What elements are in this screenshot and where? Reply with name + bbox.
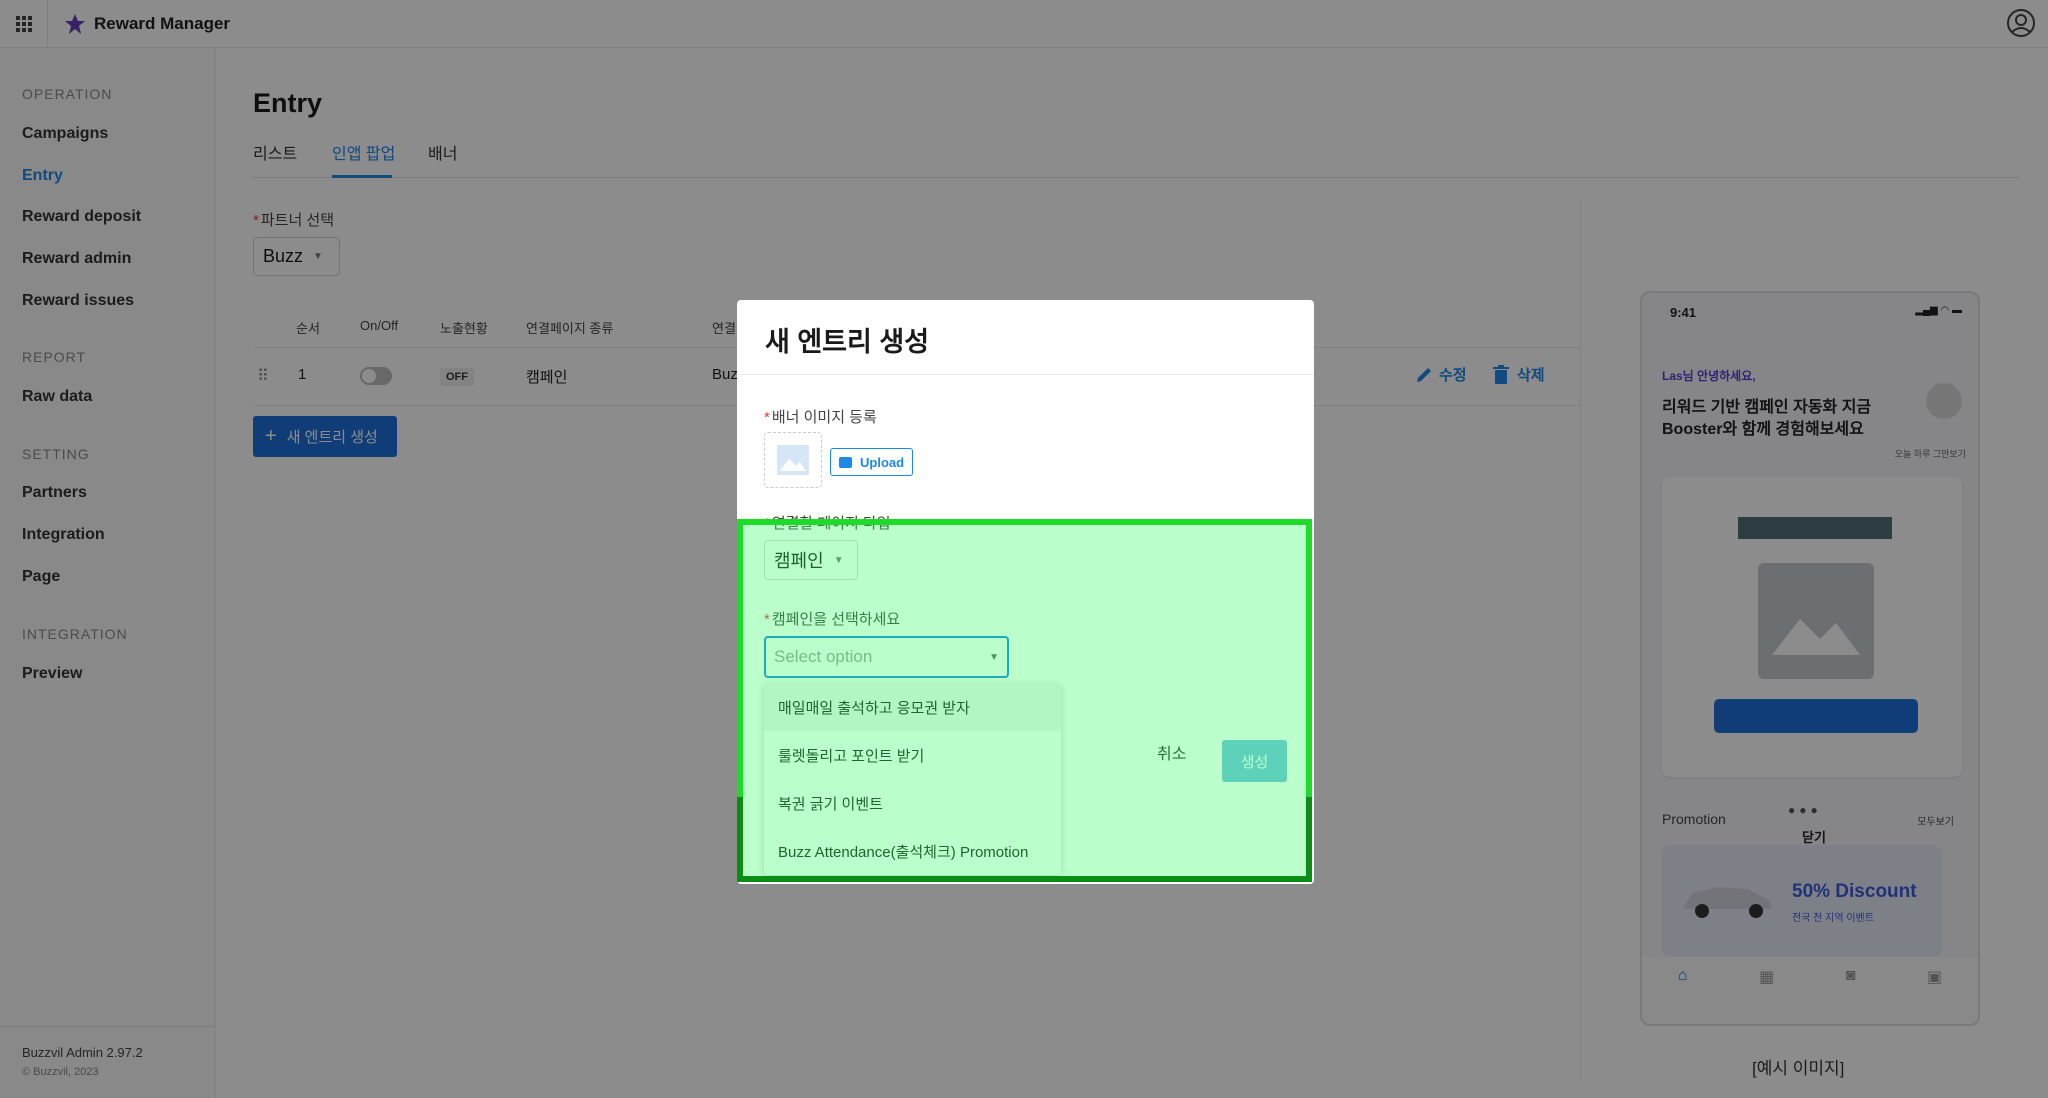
banner-image-label: * 배너 이미지 등록 bbox=[764, 409, 877, 426]
highlight-region-bottom bbox=[737, 797, 1312, 882]
modal-divider bbox=[737, 374, 1314, 375]
upload-label: Upload bbox=[860, 454, 905, 470]
upload-button[interactable]: Upload bbox=[830, 448, 914, 476]
image-icon bbox=[777, 445, 809, 475]
upload-icon bbox=[839, 456, 852, 468]
banner-image-slot[interactable] bbox=[764, 432, 822, 488]
modal-title: 새 엔트리 생성 bbox=[765, 327, 930, 357]
